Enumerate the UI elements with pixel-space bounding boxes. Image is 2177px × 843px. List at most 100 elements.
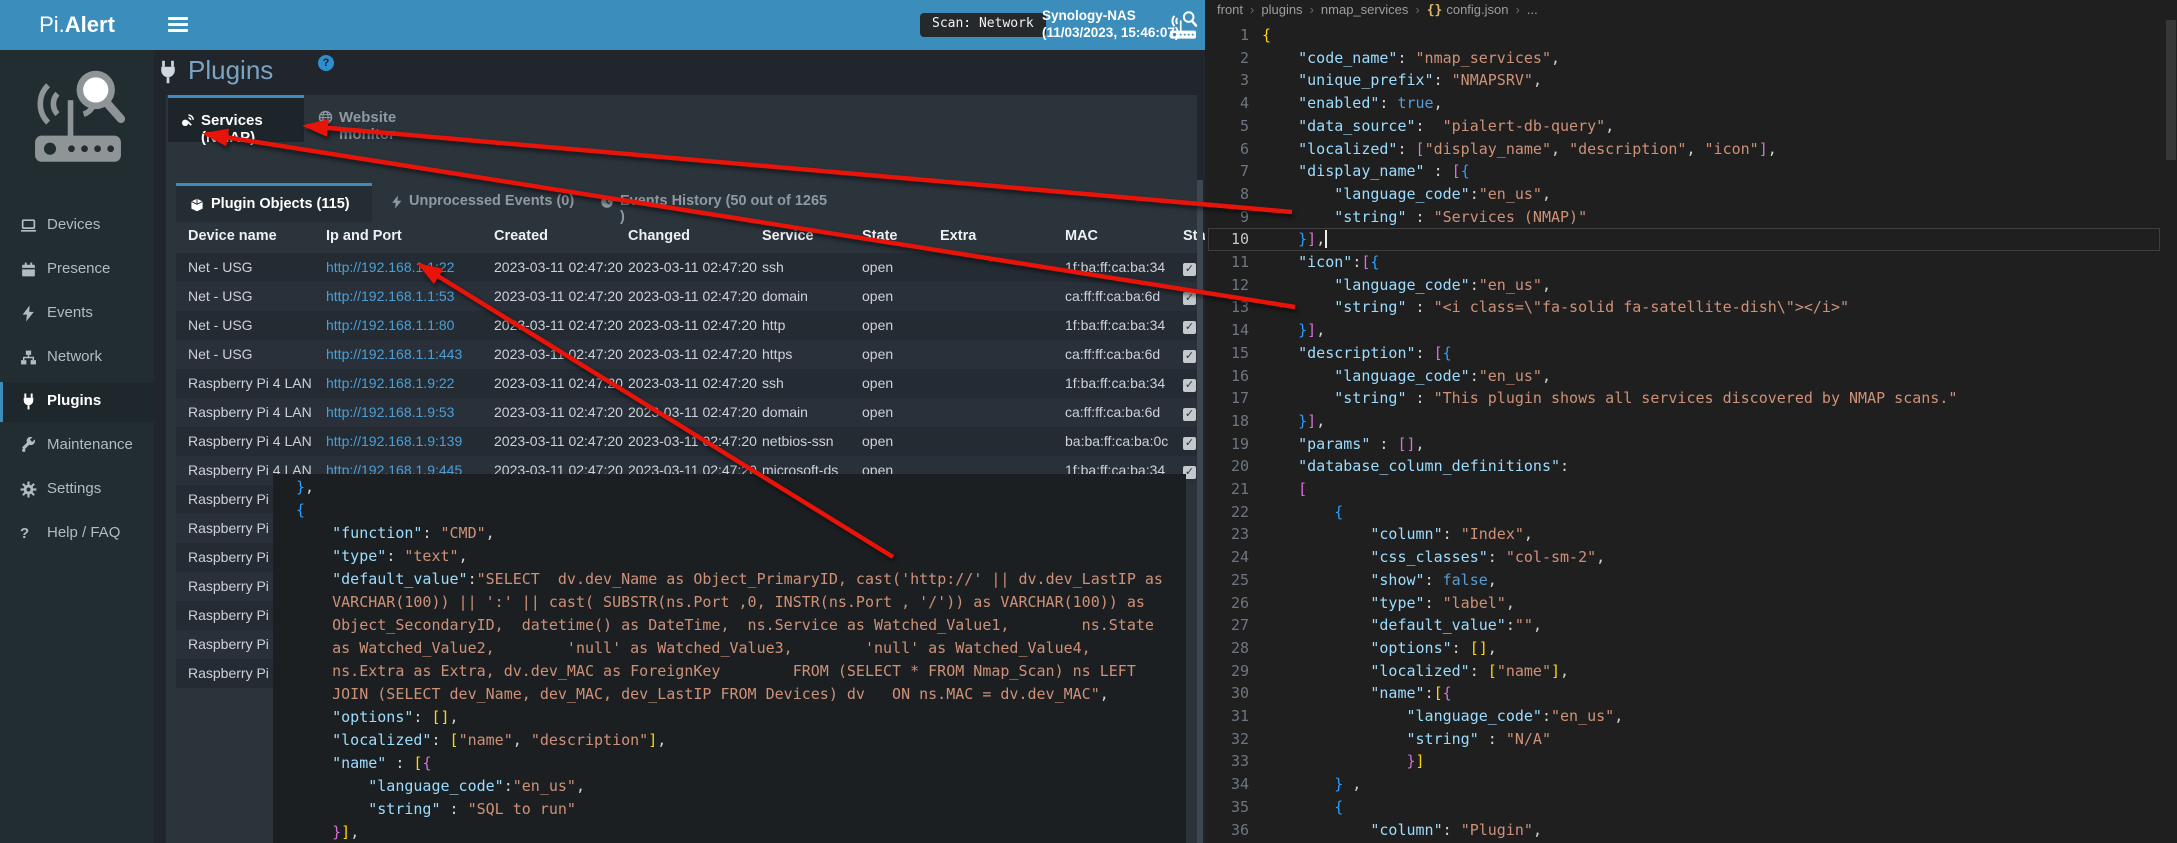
breadcrumb-item[interactable]: plugins bbox=[1261, 2, 1302, 17]
table-row[interactable]: http://192.168.1.1:443Net - USG2023-03-1… bbox=[176, 340, 1197, 369]
sidebar-item-devices[interactable]: Devices bbox=[0, 206, 154, 246]
code-line[interactable]: 11 "icon":[{ bbox=[1205, 251, 2177, 274]
editor-scrollbar[interactable] bbox=[2165, 20, 2177, 843]
table-row-clipped[interactable]: Raspberry Pi 4 bbox=[176, 659, 285, 688]
breadcrumb-item[interactable]: ... bbox=[1527, 2, 1538, 17]
ip-port-link[interactable]: http://192.168.1.9:22 bbox=[326, 375, 454, 391]
code-line[interactable]: 20 "database_column_definitions": bbox=[1205, 455, 2177, 478]
table-row[interactable]: http://192.168.1.1:22Net - USG2023-03-11… bbox=[176, 253, 1197, 282]
sidebar-item-help[interactable]: ? Help / FAQ bbox=[0, 514, 154, 554]
code-line[interactable]: 17 "string" : "This plugin shows all ser… bbox=[1205, 387, 2177, 410]
hamburger-menu-icon[interactable] bbox=[168, 17, 188, 33]
sidebar-item-maintenance[interactable]: Maintenance bbox=[0, 426, 154, 466]
ip-port-link[interactable]: http://192.168.1.1:80 bbox=[326, 317, 454, 333]
code-line[interactable]: 14 }], bbox=[1205, 319, 2177, 342]
table-row-clipped[interactable]: Raspberry Pi 4 bbox=[176, 514, 285, 543]
column-header-changed[interactable]: Changed bbox=[628, 228, 690, 244]
code-line[interactable]: 26 "type": "label", bbox=[1205, 592, 2177, 615]
code-line[interactable]: 36 "column": "Plugin", bbox=[1205, 819, 2177, 842]
ip-port-link[interactable]: http://192.168.1.1:443 bbox=[326, 346, 462, 362]
table-row[interactable]: http://192.168.1.9:22Raspberry Pi 4 LAN2… bbox=[176, 369, 1197, 398]
table-row[interactable]: http://192.168.1.1:53Net - USG2023-03-11… bbox=[176, 282, 1197, 311]
code-line[interactable]: 15 "description": [{ bbox=[1205, 342, 2177, 365]
column-header-mac[interactable]: MAC bbox=[1065, 228, 1098, 244]
code-line[interactable]: 22 { bbox=[1205, 501, 2177, 524]
code-line[interactable]: 28 "options": [], bbox=[1205, 637, 2177, 660]
column-header-ip-port[interactable]: Ip and Port bbox=[326, 228, 402, 244]
table-row-clipped[interactable]: Raspberry Pi 4 bbox=[176, 630, 285, 659]
subtab-unprocessed-events[interactable]: Unprocessed Events (0) bbox=[382, 183, 582, 222]
help-badge[interactable]: ? bbox=[318, 55, 334, 71]
table-row-clipped[interactable]: Raspberry Pi 4 bbox=[176, 572, 285, 601]
table-row[interactable]: http://192.168.1.9:139Raspberry Pi 4 LAN… bbox=[176, 427, 1197, 456]
breadcrumb-item[interactable]: config.json bbox=[1446, 2, 1508, 17]
code-line[interactable]: 23 "column": "Index", bbox=[1205, 523, 2177, 546]
table-row-clipped[interactable]: Raspberry Pi 4 bbox=[176, 601, 285, 630]
ip-port-link[interactable]: http://192.168.1.1:53 bbox=[326, 288, 454, 304]
column-header-created[interactable]: Created bbox=[494, 228, 548, 244]
status-checkbox[interactable]: ✓ bbox=[1183, 292, 1196, 305]
column-header-device[interactable]: Device name bbox=[188, 228, 277, 244]
code-line[interactable]: 13 "string" : "<i class=\"fa-solid fa-sa… bbox=[1205, 296, 2177, 319]
code-line[interactable]: 10 }], bbox=[1205, 228, 2177, 251]
code-line[interactable]: 7 "display_name" : [{ bbox=[1205, 160, 2177, 183]
breadcrumb-item[interactable]: front bbox=[1217, 2, 1243, 17]
sidebar-item-presence[interactable]: Presence bbox=[0, 250, 154, 290]
status-checkbox[interactable]: ✓ bbox=[1183, 321, 1196, 334]
code-line[interactable]: 34 } , bbox=[1205, 773, 2177, 796]
status-checkbox[interactable]: ✓ bbox=[1183, 437, 1196, 450]
tab-services-nmap[interactable]: Services (NMAP) bbox=[168, 95, 304, 142]
code-line[interactable]: 30 "name":[{ bbox=[1205, 682, 2177, 705]
satellite-dish-icon bbox=[180, 113, 195, 128]
code-line[interactable]: 21 [ bbox=[1205, 478, 2177, 501]
sidebar-item-network[interactable]: Network bbox=[0, 338, 154, 378]
column-header-extra[interactable]: Extra bbox=[940, 228, 976, 244]
code-line[interactable]: 18 }], bbox=[1205, 410, 2177, 433]
code-line[interactable]: 2 "code_name": "nmap_services", bbox=[1205, 47, 2177, 70]
code-line[interactable]: 35 { bbox=[1205, 796, 2177, 819]
column-header-service[interactable]: Service bbox=[762, 228, 814, 244]
ip-port-link[interactable]: http://192.168.1.9:139 bbox=[326, 433, 462, 449]
status-checkbox[interactable]: ✓ bbox=[1183, 408, 1196, 421]
code-line[interactable]: 5 "data_source": "pialert-db-query", bbox=[1205, 115, 2177, 138]
table-row[interactable]: http://192.168.1.1:80Net - USG2023-03-11… bbox=[176, 311, 1197, 340]
code-line[interactable]: 1{ bbox=[1205, 24, 2177, 47]
ip-port-link[interactable]: http://192.168.1.9:53 bbox=[326, 404, 454, 420]
column-header-state[interactable]: State bbox=[862, 228, 897, 244]
table-row-clipped[interactable]: Raspberry Pi 4 bbox=[176, 543, 285, 572]
tab-website-monitor[interactable]: Website monitor bbox=[318, 95, 448, 142]
code-line[interactable]: 19 "params" : [], bbox=[1205, 433, 2177, 456]
tab-label: Services (NMAP) bbox=[201, 112, 304, 146]
status-checkbox[interactable]: ✓ bbox=[1183, 379, 1196, 392]
code-line[interactable]: 16 "language_code":"en_us", bbox=[1205, 365, 2177, 388]
code-line[interactable]: 6 "localized": ["display_name", "descrip… bbox=[1205, 138, 2177, 161]
code-line[interactable]: 29 "localized": ["name"], bbox=[1205, 660, 2177, 683]
sidebar-item-settings[interactable]: Settings bbox=[0, 470, 154, 510]
code-line[interactable]: 33 }] bbox=[1205, 750, 2177, 773]
status-checkbox[interactable]: ✓ bbox=[1183, 263, 1196, 276]
status-checkbox[interactable]: ✓ bbox=[1183, 350, 1196, 363]
sidebar-item-plugins[interactable]: Plugins bbox=[0, 382, 154, 422]
code-line[interactable]: 4 "enabled": true, bbox=[1205, 92, 2177, 115]
breadcrumb: front›plugins›nmap_services›{}config.jso… bbox=[1217, 2, 1538, 20]
subtab-plugin-objects[interactable]: Plugin Objects (115) bbox=[176, 183, 372, 222]
code-line[interactable]: 32 "string" : "N/A" bbox=[1205, 728, 2177, 751]
code-line[interactable]: 3 "unique_prefix": "NMAPSRV", bbox=[1205, 69, 2177, 92]
ip-port-link[interactable]: http://192.168.1.1:22 bbox=[326, 259, 454, 275]
code-line[interactable]: 9 "string" : "Services (NMAP)" bbox=[1205, 206, 2177, 229]
subtab-events-history[interactable]: Events History (50 out of 1265 ) bbox=[592, 183, 832, 222]
code-line[interactable]: 31 "language_code":"en_us", bbox=[1205, 705, 2177, 728]
code-line[interactable]: 8 "language_code":"en_us", bbox=[1205, 183, 2177, 206]
sidebar-item-events[interactable]: Events bbox=[0, 294, 154, 334]
code-line[interactable]: 12 "language_code":"en_us", bbox=[1205, 274, 2177, 297]
code-editor-pane[interactable]: front›plugins›nmap_services›{}config.jso… bbox=[1205, 0, 2177, 843]
app-brand[interactable]: Pi.Alert bbox=[0, 0, 154, 50]
code-line[interactable]: 27 "default_value":"", bbox=[1205, 614, 2177, 637]
code-line[interactable]: 24 "css_classes": "col-sm-2", bbox=[1205, 546, 2177, 569]
breadcrumb-item[interactable]: nmap_services bbox=[1321, 2, 1408, 17]
table-scrollbar[interactable] bbox=[1197, 180, 1203, 843]
line-number: 3 bbox=[1205, 69, 1249, 92]
code-line[interactable]: 25 "show": false, bbox=[1205, 569, 2177, 592]
table-row-clipped[interactable]: Raspberry Pi 4 bbox=[176, 485, 285, 514]
table-row[interactable]: http://192.168.1.9:53Raspberry Pi 4 LAN2… bbox=[176, 398, 1197, 427]
